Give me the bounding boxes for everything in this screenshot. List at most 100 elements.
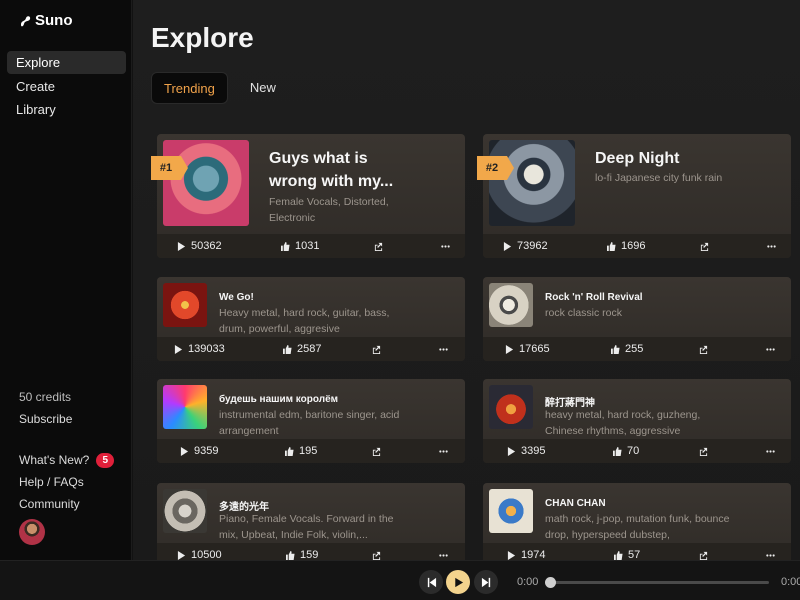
thumbs-up-icon <box>285 446 294 456</box>
share-button[interactable] <box>699 345 708 354</box>
play-count[interactable]: 1974 <box>507 549 545 560</box>
play-count[interactable]: 50362 <box>177 240 222 252</box>
song-tags: heavy metal, hard rock, guzheng, Chinese… <box>545 409 701 437</box>
more-options-button[interactable] <box>766 551 775 560</box>
song-card[interactable]: #1 Guys what is wrong with my... Female … <box>151 134 465 258</box>
thumbs-up-icon <box>281 241 290 251</box>
whats-new-link[interactable]: What's New? 5 <box>19 449 124 471</box>
whats-new-label: What's New? <box>19 453 90 467</box>
song-title[interactable]: Rock 'n' Roll Revival <box>545 292 643 303</box>
play-count[interactable]: 17665 <box>505 343 550 355</box>
song-title[interactable]: будешь нашим королём <box>219 394 338 405</box>
rank-badge: #1 <box>151 156 188 180</box>
play-icon <box>505 344 514 354</box>
like-count-value: 195 <box>299 445 318 457</box>
share-button[interactable] <box>372 345 381 354</box>
like-count[interactable]: 1031 <box>281 240 319 252</box>
song-cover-art[interactable] <box>489 489 533 533</box>
app-name: Suno <box>35 12 73 29</box>
song-stats: 3395 70 <box>483 439 791 463</box>
play-count-value: 50362 <box>191 240 222 252</box>
rank-badge: #2 <box>477 156 514 180</box>
song-cover-art[interactable] <box>489 385 533 429</box>
song-tags: rock classic rock <box>545 307 623 319</box>
user-avatar[interactable] <box>19 519 45 545</box>
more-options-button[interactable] <box>439 551 448 560</box>
song-stats: 17665 255 <box>483 337 791 361</box>
tab-trending[interactable]: Trending <box>151 72 228 104</box>
play-count[interactable]: 139033 <box>174 343 225 355</box>
song-cover-art[interactable] <box>489 283 533 327</box>
more-dots-icon <box>766 347 775 351</box>
share-button[interactable] <box>372 551 381 560</box>
thumbs-up-icon <box>614 550 623 560</box>
like-count[interactable]: 195 <box>285 445 317 457</box>
like-count-value: 159 <box>300 549 319 560</box>
song-card[interactable]: #2 Deep Night lo-fi Japanese city funk r… <box>477 134 791 258</box>
song-title[interactable]: Guys what is wrong with my... <box>269 147 419 193</box>
share-button[interactable] <box>374 242 383 251</box>
share-icon <box>372 551 381 560</box>
community-link[interactable]: Community <box>19 493 124 515</box>
subscribe-link[interactable]: Subscribe <box>19 408 124 430</box>
song-card[interactable]: будешь нашим королём instrumental edm, b… <box>157 379 465 463</box>
song-cover-art[interactable] <box>163 489 207 533</box>
more-options-button[interactable] <box>766 345 775 354</box>
more-options-button[interactable] <box>767 242 776 251</box>
song-cover-art[interactable] <box>163 283 207 327</box>
like-count-value: 255 <box>625 343 644 355</box>
song-card[interactable]: 多遠的光年 Piano, Female Vocals. Forward in t… <box>157 483 465 560</box>
song-cover-art[interactable] <box>163 140 249 226</box>
more-options-button[interactable] <box>439 345 448 354</box>
sidebar-item-explore[interactable]: Explore <box>7 51 126 74</box>
play-count-value: 10500 <box>191 549 222 560</box>
like-count[interactable]: 1696 <box>607 240 645 252</box>
play-count[interactable]: 3395 <box>507 445 545 457</box>
song-title[interactable]: CHAN CHAN <box>545 498 606 509</box>
progress-knob[interactable] <box>545 577 556 588</box>
like-count[interactable]: 70 <box>613 445 639 457</box>
more-dots-icon <box>766 553 775 557</box>
play-pause-button[interactable] <box>446 570 470 594</box>
share-button[interactable] <box>699 447 708 456</box>
tab-new[interactable]: New <box>238 72 288 104</box>
song-title[interactable]: Deep Night <box>595 147 745 170</box>
play-count[interactable]: 10500 <box>177 549 222 560</box>
suno-logo[interactable]: Suno <box>18 12 73 29</box>
help-faqs-link[interactable]: Help / FAQs <box>19 471 124 493</box>
share-icon <box>700 242 709 251</box>
play-icon <box>503 241 512 251</box>
play-count-value: 1974 <box>521 549 546 560</box>
song-cover-art[interactable] <box>163 385 207 429</box>
play-count[interactable]: 73962 <box>503 240 548 252</box>
explore-tabs: Trending New <box>151 72 288 104</box>
previous-track-button[interactable] <box>419 570 443 594</box>
next-track-button[interactable] <box>474 570 498 594</box>
song-card[interactable]: 醉打蔣門神 heavy metal, hard rock, guzheng, C… <box>483 379 791 463</box>
progress-track[interactable] <box>545 577 769 588</box>
song-card[interactable]: We Go! Heavy metal, hard rock, guitar, b… <box>157 277 465 361</box>
share-icon <box>699 447 708 456</box>
song-title[interactable]: We Go! <box>219 292 254 303</box>
like-count[interactable]: 2587 <box>283 343 321 355</box>
like-count[interactable]: 57 <box>614 549 640 560</box>
more-options-button[interactable] <box>441 242 450 251</box>
song-card[interactable]: Rock 'n' Roll Revival rock classic rock … <box>483 277 791 361</box>
song-tags: math rock, j-pop, mutation funk, bounce … <box>545 513 730 541</box>
play-count[interactable]: 9359 <box>180 445 218 457</box>
more-options-button[interactable] <box>766 447 775 456</box>
thumbs-up-icon <box>607 241 616 251</box>
song-card[interactable]: CHAN CHAN math rock, j-pop, mutation fun… <box>483 483 791 560</box>
share-button[interactable] <box>700 242 709 251</box>
sidebar-item-library[interactable]: Library <box>7 98 126 121</box>
sidebar-item-create[interactable]: Create <box>7 75 126 98</box>
play-count-value: 73962 <box>517 240 548 252</box>
more-options-button[interactable] <box>439 447 448 456</box>
like-count[interactable]: 255 <box>611 343 643 355</box>
song-cover-art[interactable] <box>489 140 575 226</box>
more-dots-icon <box>766 449 775 453</box>
share-button[interactable] <box>372 447 381 456</box>
like-count[interactable]: 159 <box>286 549 318 560</box>
share-button[interactable] <box>699 551 708 560</box>
song-stats: 9359 195 <box>157 439 465 463</box>
